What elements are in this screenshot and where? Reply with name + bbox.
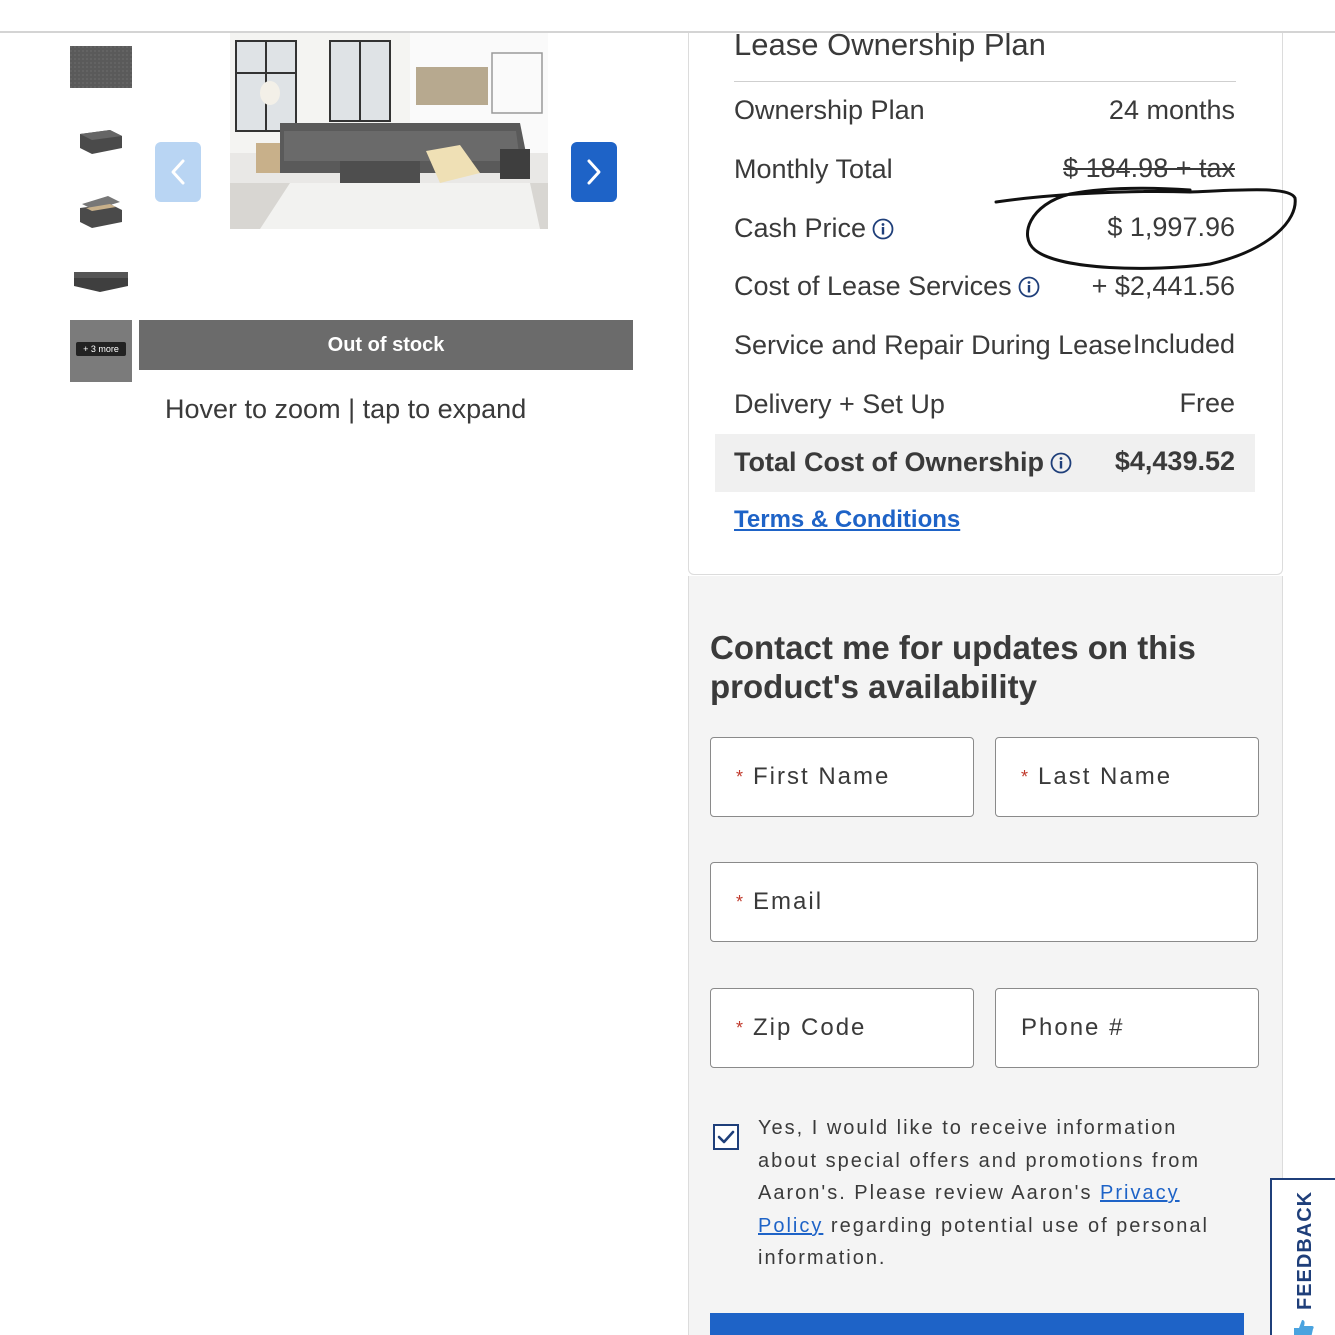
lease-title: Lease Ownership Plan (734, 27, 1046, 62)
zip-code-placeholder: Zip Code (753, 1014, 867, 1041)
lease-divider (734, 81, 1236, 82)
cash-price-label: Cash Price (734, 213, 894, 244)
last-name-placeholder: Last Name (1038, 763, 1173, 790)
main-product-image[interactable] (230, 33, 548, 229)
last-name-field[interactable]: * Last Name (995, 737, 1259, 817)
terms-conditions-link[interactable]: Terms & Conditions (734, 506, 960, 534)
required-mark: * (736, 1017, 746, 1038)
ownership-plan-value: 24 months (1108, 95, 1235, 125)
submit-button[interactable] (710, 1313, 1244, 1335)
thumbnail-ottoman[interactable] (70, 112, 132, 174)
phone-field[interactable]: Phone # (995, 988, 1259, 1068)
email-field[interactable]: * Email (710, 862, 1258, 942)
zoom-hint: Hover to zoom | tap to expand (165, 394, 527, 424)
first-name-placeholder: First Name (753, 763, 891, 790)
info-icon[interactable] (1050, 452, 1072, 474)
zip-code-field[interactable]: * Zip Code (710, 988, 974, 1068)
delivery-value: Free (1179, 388, 1235, 418)
monthly-total-label: Monthly Total (734, 154, 893, 184)
thumbnail-storage-ottoman[interactable] (70, 180, 132, 242)
phone-placeholder: Phone # (1021, 1014, 1125, 1041)
handdrawn-circle-annotation (994, 186, 1297, 270)
ownership-plan-label: Ownership Plan (734, 95, 925, 125)
thumbs-up-icon (1294, 1320, 1314, 1335)
info-icon[interactable] (872, 218, 894, 240)
email-placeholder: Email (753, 888, 824, 915)
delivery-label: Delivery + Set Up (734, 389, 945, 419)
total-cost-value: $4,439.52 (1114, 446, 1235, 476)
chevron-left-icon (171, 159, 185, 185)
thumbnail-more[interactable]: + 3 more (70, 320, 132, 382)
thumbnail-sectional-side[interactable] (70, 250, 132, 312)
contact-title: Contact me for updates on this product's… (710, 629, 1196, 705)
checkmark-icon (717, 1130, 735, 1144)
service-repair-label: Service and Repair During Lease (734, 330, 1132, 360)
total-cost-label: Total Cost of Ownership (734, 447, 1072, 478)
next-image-button[interactable] (571, 142, 617, 202)
required-mark: * (736, 766, 746, 787)
consent-text: Yes, I would like to receive information… (758, 1117, 1209, 1270)
thumbnail-fabric-swatch[interactable] (70, 46, 132, 108)
previous-image-button[interactable] (155, 142, 201, 202)
first-name-field[interactable]: * First Name (710, 737, 974, 817)
required-mark: * (1021, 766, 1031, 787)
more-images-label: + 3 more (76, 342, 126, 356)
consent-checkbox[interactable] (713, 1124, 739, 1150)
feedback-label: FEEDBACK (1294, 1190, 1316, 1310)
out-of-stock-banner: Out of stock (139, 320, 633, 370)
required-mark: * (736, 891, 746, 912)
chevron-right-icon (587, 159, 601, 185)
service-repair-value: Included (1132, 329, 1235, 359)
